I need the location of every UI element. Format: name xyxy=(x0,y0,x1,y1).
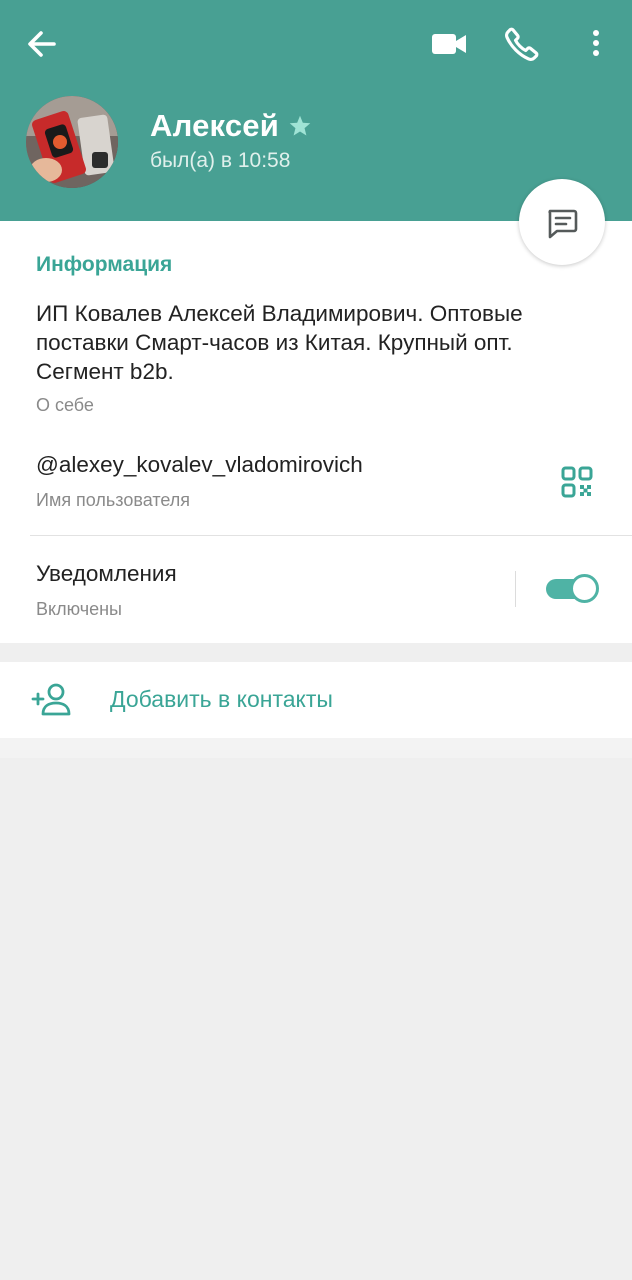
more-vertical-icon xyxy=(593,30,599,56)
video-call-button[interactable] xyxy=(428,26,470,62)
more-options-button[interactable] xyxy=(582,24,610,64)
voice-call-button[interactable] xyxy=(502,24,542,64)
username-label: Имя пользователя xyxy=(36,490,191,510)
arrow-left-icon xyxy=(28,31,56,57)
info-section-title: Информация xyxy=(36,253,173,276)
about-text[interactable]: ИП Ковалев Алексей Владимирович. Оптовые… xyxy=(36,299,596,386)
qr-code-button[interactable] xyxy=(558,463,596,501)
star-icon xyxy=(289,115,311,136)
info-section: Информация ИП Ковалев Алексей Владимиров… xyxy=(0,221,632,643)
notifications-toggle[interactable] xyxy=(546,573,600,605)
add-user-icon xyxy=(31,683,71,716)
section-shadow xyxy=(0,738,632,758)
vertical-separator xyxy=(515,571,516,607)
avatar[interactable] xyxy=(26,96,118,188)
video-camera-icon xyxy=(432,34,466,54)
notifications-status: Включены xyxy=(36,599,122,619)
back-button[interactable] xyxy=(22,24,62,64)
avatar-photo xyxy=(26,96,118,188)
send-message-button[interactable] xyxy=(519,179,605,265)
qr-code-icon xyxy=(561,466,593,498)
about-label: О себе xyxy=(36,395,94,415)
toggle-knob xyxy=(570,574,599,603)
last-seen-status: был(а) в 10:58 xyxy=(150,149,291,172)
username-value[interactable]: @alexey_kovalev_vladomirovich xyxy=(36,452,363,478)
phone-icon xyxy=(505,27,539,61)
notifications-title[interactable]: Уведомления xyxy=(36,561,177,587)
add-to-contacts-row[interactable]: Добавить в контакты xyxy=(0,662,632,738)
message-icon xyxy=(548,209,578,239)
name-row: Алексей xyxy=(150,108,313,144)
contact-name: Алексей xyxy=(150,108,279,143)
add-to-contacts-label: Добавить в контакты xyxy=(110,686,333,712)
divider xyxy=(30,535,632,536)
